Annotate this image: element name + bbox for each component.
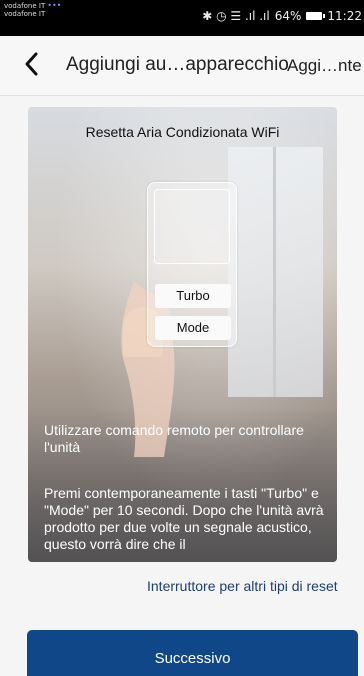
remote-display bbox=[154, 189, 230, 264]
instruction-text-1: Utilizzare comando remoto per controllar… bbox=[44, 422, 304, 455]
battery-percent: 64% bbox=[274, 9, 302, 23]
next-button[interactable]: Successivo bbox=[27, 630, 358, 676]
nav-right-action[interactable]: Aggi…nte bbox=[287, 56, 362, 76]
status-bar: vodafone IT ••• vodafone IT ✱ ◷ ☰ .ıl .ıl… bbox=[0, 0, 364, 36]
battery-icon bbox=[306, 12, 326, 20]
chevron-left-icon bbox=[25, 52, 38, 76]
card-title: Resetta Aria Condizionata WiFi bbox=[85, 124, 280, 140]
status-icons: ✱ ◷ ☰ .ıl .ıl 64% 11:22 bbox=[202, 9, 362, 23]
back-button[interactable] bbox=[24, 50, 54, 80]
clock: 11:22 bbox=[327, 9, 362, 23]
top-nav: Aggiungi au…apparecchio Aggi…nte bbox=[0, 36, 364, 96]
instruction-text-2: Premi contemporaneamente i tasti "Turbo"… bbox=[44, 485, 324, 552]
system-icons: ✱ ◷ ☰ .ıl .ıl bbox=[202, 9, 270, 23]
page-title: Aggiungi au…apparecchio bbox=[66, 54, 289, 75]
carrier-label: vodafone IT ••• vodafone IT bbox=[4, 1, 62, 19]
instruction-card: Resetta Aria Condizionata WiFi Turbo Mod… bbox=[28, 107, 337, 562]
other-reset-link[interactable]: Interruttore per altri tipi di reset bbox=[147, 578, 338, 594]
remote-mode-label: Mode bbox=[155, 316, 231, 340]
remote-turbo-label: Turbo bbox=[155, 284, 231, 308]
window-frame bbox=[273, 147, 276, 397]
